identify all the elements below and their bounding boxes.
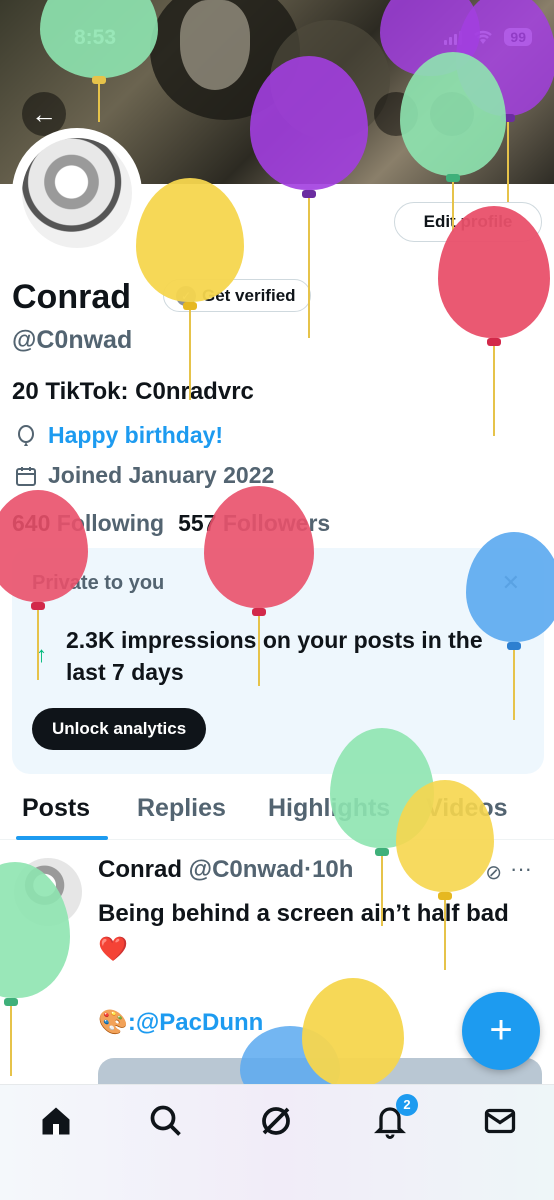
post-author[interactable]: Conrad <box>98 856 182 883</box>
verified-badge-icon: ✓ <box>176 285 196 306</box>
tab-videos[interactable]: Videos <box>426 794 508 823</box>
private-label: Private to you <box>32 572 165 594</box>
search-icon[interactable] <box>148 1103 184 1139</box>
get-verified-label: Get verified <box>202 285 296 305</box>
search-button[interactable] <box>430 92 474 136</box>
joined-row: Joined January 2022 <box>14 462 274 489</box>
more-options-icon[interactable]: ··· <box>510 856 532 882</box>
trend-up-icon: ↑ <box>36 642 47 667</box>
status-time: 8:53 <box>74 26 117 49</box>
tab-posts[interactable]: Posts <box>22 794 90 823</box>
wifi-icon <box>474 30 493 44</box>
bottom-nav <box>0 1084 554 1200</box>
home-icon[interactable] <box>38 1103 74 1139</box>
profile-name: Conrad <box>12 278 131 316</box>
post-text: Being behind a screen ain’t half bad ❤️ <box>98 900 509 963</box>
post-header: Conrad @C0nwad·10h <box>98 856 353 884</box>
followers-link[interactable]: 557 Followers <box>178 510 330 537</box>
birthday-row: Happy birthday! <box>14 422 223 449</box>
profile-handle: @C0nwad <box>12 326 133 354</box>
post-credit[interactable]: 🎨:@PacDunn <box>98 1008 263 1037</box>
cellular-signal-icon <box>444 29 463 45</box>
close-icon[interactable]: ✕ <box>502 570 520 596</box>
active-tab-indicator <box>16 836 108 840</box>
grok-icon[interactable]: ⊘ <box>485 860 502 885</box>
tab-replies[interactable]: Replies <box>137 794 226 823</box>
get-verified-button[interactable]: ✓ Get verified <box>163 279 311 312</box>
post-handle: @C0nwad <box>188 856 305 883</box>
impressions-text: 2.3K impressions on your posts in the la… <box>66 627 483 685</box>
edit-profile-button[interactable]: Edit profile <box>394 202 542 242</box>
tab-highlights[interactable]: Highlights <box>268 794 390 823</box>
balloon-icon <box>18 424 34 446</box>
messages-icon[interactable] <box>482 1103 518 1139</box>
post-avatar[interactable] <box>14 858 82 926</box>
birthday-text[interactable]: Happy birthday! <box>48 422 223 449</box>
battery-indicator: 99 <box>504 28 532 46</box>
profile-tabs: Posts Replies Highlights Videos <box>0 788 554 840</box>
grok-button[interactable] <box>374 92 418 136</box>
status-bar: 8:53 99 <box>0 26 554 56</box>
following-link[interactable]: 640 Following <box>12 510 164 537</box>
calendar-icon <box>16 466 36 486</box>
follow-stats: 640 Following 557 Followers <box>12 510 330 537</box>
unlock-analytics-button[interactable]: Unlock analytics <box>32 708 207 750</box>
notifications-badge: 2 <box>396 1094 418 1116</box>
analytics-card: Private to you ✕ ↑ 2.3K impressions on y… <box>12 548 544 774</box>
post-time: ·10h <box>304 856 354 883</box>
profile-bio: 20 TikTok: C0nradvrc <box>12 378 254 405</box>
profile-avatar[interactable] <box>12 128 142 258</box>
joined-text: Joined January 2022 <box>48 462 275 488</box>
grok-icon[interactable] <box>258 1103 294 1139</box>
compose-post-button[interactable]: + <box>462 992 540 1070</box>
